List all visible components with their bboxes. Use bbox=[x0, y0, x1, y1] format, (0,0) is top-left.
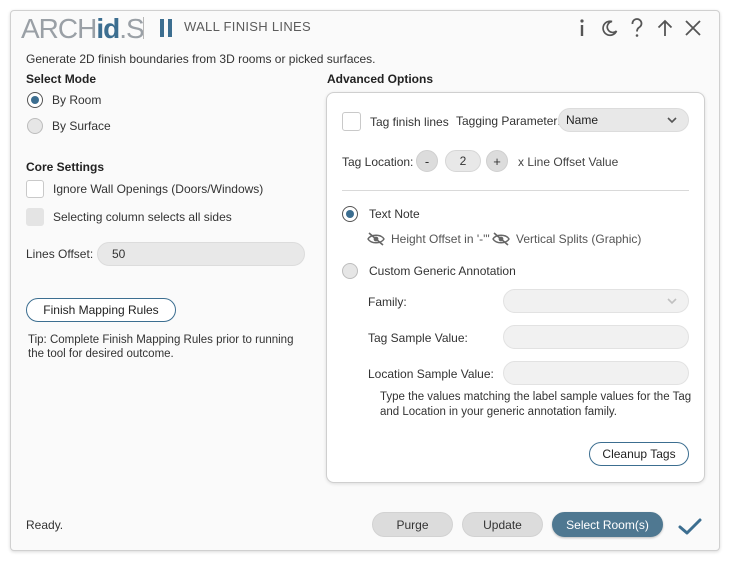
family-select[interactable] bbox=[503, 289, 689, 313]
radio-text-note-label: Text Note bbox=[369, 207, 420, 221]
height-offset-toggle[interactable]: Height Offset in '-'" bbox=[367, 232, 490, 246]
radio-by-surface[interactable]: By Surface bbox=[27, 118, 111, 134]
radio-text-note[interactable]: Text Note bbox=[342, 206, 420, 222]
divider bbox=[342, 190, 689, 191]
arrow-up-icon[interactable] bbox=[652, 15, 678, 41]
tool-description: Generate 2D finish boundaries from 3D ro… bbox=[26, 52, 376, 66]
header-divider bbox=[143, 17, 144, 39]
location-sample-label: Location Sample Value: bbox=[368, 367, 494, 381]
tagging-parameter-value: Name bbox=[566, 113, 599, 127]
tagging-parameter-label: Tagging Parameter: bbox=[456, 114, 561, 128]
tag-location-decrement-button[interactable]: - bbox=[416, 150, 438, 172]
logo-id: id bbox=[96, 13, 120, 44]
ignore-wall-openings-box[interactable] bbox=[26, 180, 44, 198]
location-sample-input[interactable] bbox=[503, 361, 689, 385]
radio-custom-generic-annotation[interactable]: Custom Generic Annotation bbox=[342, 263, 516, 279]
tag-sample-label: Tag Sample Value: bbox=[368, 331, 468, 345]
checkmark-icon[interactable] bbox=[677, 513, 703, 539]
ignore-wall-openings-checkbox[interactable]: Ignore Wall Openings (Doors/Windows) bbox=[26, 180, 263, 198]
core-settings-title: Core Settings bbox=[26, 160, 105, 174]
moon-icon[interactable] bbox=[597, 15, 623, 41]
tagging-parameter-select[interactable]: Name bbox=[558, 108, 689, 132]
tag-finish-lines-checkbox[interactable]: Tag finish lines bbox=[342, 112, 449, 131]
column-all-sides-checkbox[interactable]: Selecting column selects all sides bbox=[26, 208, 232, 226]
lines-offset-input[interactable]: 50 bbox=[97, 242, 305, 266]
help-icon[interactable] bbox=[624, 15, 650, 41]
radio-by-room[interactable]: By Room bbox=[27, 92, 101, 108]
tag-sample-input[interactable] bbox=[503, 325, 689, 349]
advanced-options-panel: Tag finish lines Tagging Parameter: Name… bbox=[326, 92, 705, 483]
chevron-down-icon bbox=[666, 112, 678, 131]
radio-by-room-label: By Room bbox=[52, 93, 102, 107]
logo-prefix: ARCH bbox=[21, 13, 97, 44]
tag-location-value[interactable]: 2 bbox=[445, 150, 481, 172]
radio-by-surface-label: By Surface bbox=[52, 119, 111, 133]
tag-finish-lines-label: Tag finish lines bbox=[370, 114, 449, 129]
advanced-options-title: Advanced Options bbox=[327, 72, 434, 86]
column-all-sides-label: Selecting column selects all sides bbox=[53, 210, 232, 224]
family-label: Family: bbox=[368, 295, 407, 309]
tag-location-increment-button[interactable]: + bbox=[486, 150, 508, 172]
archids-logo: ARCH id. S bbox=[21, 13, 145, 44]
radio-text-note-indicator[interactable] bbox=[342, 206, 358, 222]
radio-by-room-indicator[interactable] bbox=[27, 92, 43, 108]
tip-text: Tip: Complete Finish Mapping Rules prior… bbox=[28, 334, 294, 360]
cleanup-tags-button[interactable]: Cleanup Tags bbox=[589, 442, 689, 466]
height-offset-label: Height Offset in '-'" bbox=[391, 232, 490, 246]
chevron-down-icon bbox=[666, 293, 678, 312]
purge-button[interactable]: Purge bbox=[372, 512, 453, 537]
vertical-splits-toggle[interactable]: Vertical Splits (Graphic) bbox=[492, 232, 641, 246]
lines-offset-label: Lines Offset: bbox=[26, 247, 94, 261]
select-rooms-button[interactable]: Select Room(s) bbox=[552, 512, 663, 537]
radio-by-surface-indicator[interactable] bbox=[27, 118, 43, 134]
radio-custom-annotation-label: Custom Generic Annotation bbox=[369, 264, 516, 278]
wall-finish-lines-window: ARCH id. S WALL FINISH LINES Generate 2D f… bbox=[10, 10, 720, 551]
tag-location-label: Tag Location: bbox=[342, 155, 414, 169]
tag-finish-lines-box[interactable] bbox=[342, 112, 361, 131]
status-text: Ready. bbox=[26, 518, 64, 532]
column-all-sides-box[interactable] bbox=[26, 208, 44, 226]
info-icon[interactable] bbox=[569, 15, 595, 41]
radio-custom-annotation-indicator[interactable] bbox=[342, 263, 358, 279]
window-title: WALL FINISH LINES bbox=[184, 19, 311, 34]
finish-mapping-rules-button[interactable]: Finish Mapping Rules bbox=[26, 298, 176, 322]
ignore-wall-openings-label: Ignore Wall Openings (Doors/Windows) bbox=[53, 182, 264, 196]
annotation-help-note: Type the values matching the label sampl… bbox=[380, 391, 692, 418]
tag-location-suffix: x Line Offset Value bbox=[518, 155, 619, 169]
vertical-splits-label: Vertical Splits (Graphic) bbox=[516, 232, 642, 246]
select-mode-title: Select Mode bbox=[26, 72, 97, 86]
pause-icon bbox=[157, 17, 175, 39]
logo-s: S bbox=[126, 13, 145, 44]
update-button[interactable]: Update bbox=[462, 512, 543, 537]
eye-off-icon bbox=[492, 232, 510, 246]
close-icon[interactable] bbox=[680, 15, 706, 41]
eye-off-icon bbox=[367, 232, 385, 246]
